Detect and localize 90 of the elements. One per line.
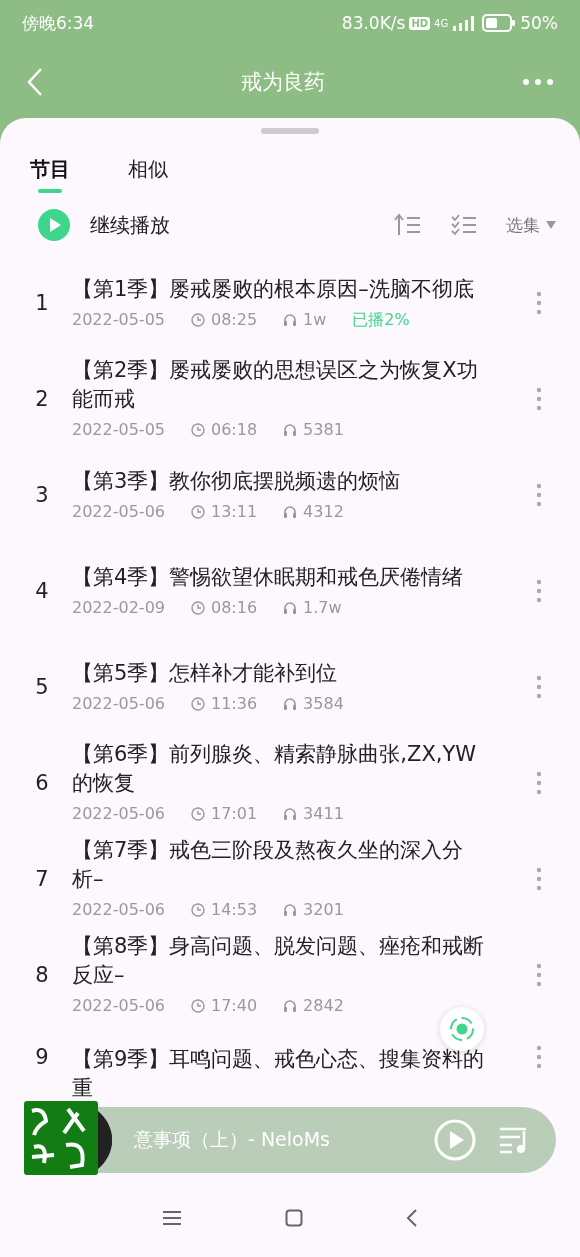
target-icon[interactable]: [447, 1014, 477, 1044]
episode-title[interactable]: 【第6季】前列腺炎、精索静脉曲张,ZX,YW的恢复: [72, 740, 492, 798]
episode-duration: 17:01: [211, 803, 258, 825]
episode-number: 3: [34, 483, 50, 507]
headphones-icon: [283, 312, 298, 327]
more-icon[interactable]: [536, 675, 542, 699]
clock-icon: [191, 807, 205, 821]
episode-duration: 11:36: [211, 692, 258, 715]
clock-icon: [191, 903, 205, 917]
episode-duration: 13:11: [211, 500, 258, 523]
continue-play-button[interactable]: 继续播放: [84, 211, 176, 239]
more-icon[interactable]: [536, 483, 542, 507]
episode-date: 2022-05-05: [72, 308, 165, 331]
episode-title[interactable]: 【第7季】戒色三阶段及熬夜久坐的深入分析–: [72, 836, 492, 894]
episode-number: 1: [34, 291, 50, 315]
headphones-icon: [283, 504, 298, 519]
episode-title[interactable]: 【第3季】教你彻底摆脱频遗的烦恼: [72, 466, 492, 496]
hd-badge: HD: [409, 16, 431, 30]
headphones-icon: [283, 903, 298, 917]
play-count: 3201: [303, 899, 344, 921]
clock-icon: [191, 999, 205, 1013]
episode-date: 2022-05-06: [72, 995, 165, 1017]
episode-title[interactable]: 【第4季】警惕欲望休眠期和戒色厌倦情绪: [72, 562, 492, 592]
menu-icon[interactable]: [161, 1210, 182, 1226]
episode-title[interactable]: 【第9季】耳鸣问题、戒色心态、搜集资料的重: [72, 1045, 492, 1101]
episode-title[interactable]: 【第8季】身高问题、脱发问题、痤疮和戒断反应–: [72, 932, 492, 990]
battery-icon: [482, 14, 517, 32]
headphones-icon: [283, 807, 298, 821]
play-count: 2842: [303, 995, 344, 1017]
episode-date: 2022-05-06: [72, 692, 165, 715]
more-icon[interactable]: [536, 867, 542, 891]
more-icon[interactable]: [536, 579, 542, 603]
episode-duration: 08:25: [211, 308, 258, 331]
sort-icon[interactable]: [394, 213, 422, 237]
episode-title[interactable]: 【第5季】怎样补才能补到位: [72, 658, 492, 688]
more-icon[interactable]: [536, 387, 542, 411]
episode-title[interactable]: 【第2季】屡戒屡败的思想误区之为恢复X功能而戒: [72, 356, 492, 414]
episode-number: 7: [34, 867, 50, 891]
episode-date: 2022-05-06: [72, 500, 165, 523]
episode-number: 9: [34, 1045, 50, 1069]
headphones-icon: [283, 999, 298, 1013]
episode-date: 2022-05-06: [72, 803, 165, 825]
page-title: 戒为良药: [241, 69, 325, 96]
clock-icon: [191, 423, 205, 437]
play-icon[interactable]: [38, 209, 70, 241]
tab[interactable]: 相似: [128, 152, 168, 195]
track-title: 意事项（上）- NeloMs: [134, 1127, 331, 1152]
play-count: 1.7w: [303, 596, 342, 619]
episode-date: 2022-05-06: [72, 899, 165, 921]
episode-duration: 06:18: [211, 419, 258, 441]
back-icon[interactable]: [406, 1209, 419, 1227]
episode-number: 6: [34, 771, 50, 795]
network-speed: 83.0K/s: [341, 13, 406, 33]
episode-number: 2: [34, 387, 50, 411]
episode-duration: 14:53: [211, 899, 258, 921]
checklist-icon[interactable]: [450, 213, 478, 237]
episode-duration: 08:16: [211, 596, 258, 619]
headphones-icon: [283, 423, 298, 437]
more-icon[interactable]: [536, 963, 542, 987]
play-count: 3411: [303, 803, 344, 825]
tab[interactable]: 节目: [30, 152, 70, 195]
play-count: 5381: [303, 419, 344, 441]
more-icon[interactable]: [536, 291, 542, 315]
more-icon[interactable]: [536, 1045, 542, 1069]
clock-icon: [191, 504, 205, 519]
battery-percent: 50%: [520, 13, 558, 33]
episode-date: 2022-05-05: [72, 419, 165, 441]
episodes-dropdown[interactable]: 选集: [506, 213, 556, 237]
more-icon[interactable]: [522, 78, 554, 86]
episode-duration: 17:40: [211, 995, 258, 1017]
play-count: 4312: [303, 500, 344, 523]
play-count: 1w: [303, 308, 327, 331]
headphones-icon: [283, 600, 298, 615]
clock-icon: [191, 600, 205, 615]
episode-number: 4: [34, 579, 50, 603]
play-icon[interactable]: [434, 1119, 476, 1161]
play-count: 3584: [303, 692, 344, 715]
more-icon[interactable]: [536, 771, 542, 795]
caret-icon[interactable]: [546, 221, 556, 229]
headphones-icon: [283, 696, 298, 711]
drag-handle[interactable]: [261, 128, 319, 134]
status-time: 傍晚6:34: [22, 11, 95, 35]
episode-number: 8: [34, 963, 50, 987]
network-type: 4G: [434, 17, 449, 29]
episode-title[interactable]: 【第1季】屡戒屡败的根本原因–洗脑不彻底: [72, 274, 492, 304]
episode-number: 5: [34, 675, 50, 699]
clock-icon: [191, 696, 205, 711]
episode-date: 2022-02-09: [72, 596, 165, 619]
clock-icon: [191, 312, 205, 327]
home-icon[interactable]: [285, 1209, 303, 1227]
